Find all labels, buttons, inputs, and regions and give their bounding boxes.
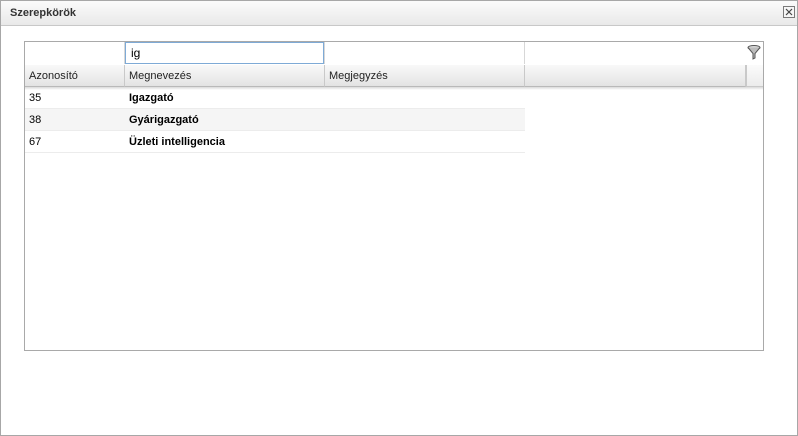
cell-id: 35 (29, 92, 42, 104)
column-header-filler (525, 65, 746, 87)
window-title: Szerepkörök (10, 7, 77, 19)
table-row[interactable]: 67 Üzleti intelligencia (25, 131, 525, 153)
roles-window: Szerepkörök Azonosító Megnevezés (0, 0, 798, 436)
filter-funnel-icon[interactable] (747, 45, 761, 61)
cell-id: 38 (29, 114, 42, 126)
cell-id: 67 (29, 136, 42, 148)
filter-cell-id (25, 42, 125, 64)
filter-input-name[interactable] (125, 42, 324, 64)
grid-rows: 35 Igazgató 38 Gyárigazgató 67 Üzleti in… (25, 87, 525, 153)
table-row[interactable]: 38 Gyárigazgató (25, 109, 525, 131)
cell-name: Üzleti intelligencia (129, 136, 225, 148)
title-bar: Szerepkörök (1, 1, 797, 26)
column-header-note[interactable]: Megjegyzés (325, 65, 525, 87)
column-header-id[interactable]: Azonosító (25, 65, 125, 87)
filter-row (25, 42, 525, 65)
column-header-name[interactable]: Megnevezés (125, 65, 325, 87)
filter-input-note[interactable] (325, 42, 524, 64)
scrollbar-corner (746, 65, 763, 87)
filter-cell-note (325, 42, 525, 64)
cell-name: Igazgató (129, 92, 174, 104)
filter-input-id[interactable] (25, 42, 124, 64)
close-button[interactable] (783, 6, 795, 18)
cell-name: Gyárigazgató (129, 114, 199, 126)
table-row[interactable]: 35 Igazgató (25, 87, 525, 109)
header-row: Azonosító Megnevezés Megjegyzés (25, 65, 764, 87)
close-icon (785, 8, 793, 16)
roles-grid: Azonosító Megnevezés Megjegyzés 35 Igazg… (24, 41, 764, 351)
filter-cell-name (125, 42, 325, 64)
